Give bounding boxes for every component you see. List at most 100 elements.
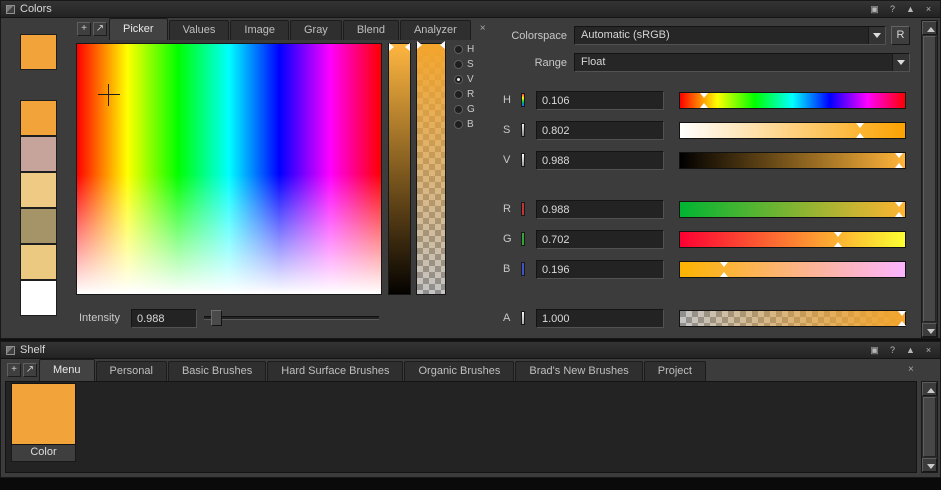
- color-swatch[interactable]: [20, 172, 57, 208]
- shelf-tabrow: + ↗ Menu Personal Basic Brushes Hard Sur…: [7, 359, 707, 381]
- collapse-icon[interactable]: ▲: [904, 2, 917, 17]
- channel-stripe-icon: [521, 202, 525, 216]
- scroll-down-icon[interactable]: [922, 323, 937, 337]
- tab-analyzer[interactable]: Analyzer: [400, 20, 471, 40]
- intensity-input[interactable]: [131, 309, 197, 328]
- intensity-slider-handle[interactable]: [211, 310, 222, 326]
- collapse-icon[interactable]: ▲: [904, 343, 917, 358]
- close-tab-icon[interactable]: ×: [908, 364, 914, 375]
- r-value-input[interactable]: [536, 200, 664, 219]
- range-dropdown[interactable]: Float: [574, 53, 910, 72]
- hue-saturation-picker[interactable]: [76, 43, 382, 295]
- radio-label: B: [467, 119, 474, 130]
- shelf-scrollbar[interactable]: [921, 381, 938, 473]
- g-value-input[interactable]: [536, 230, 664, 249]
- radio-circle-icon[interactable]: [454, 90, 463, 99]
- help-icon[interactable]: ?: [886, 2, 899, 17]
- popout-tab-button[interactable]: ↗: [93, 22, 107, 36]
- chevron-down-icon[interactable]: [892, 54, 909, 71]
- float-icon[interactable]: ▣: [868, 343, 881, 358]
- tab-blend[interactable]: Blend: [343, 20, 399, 40]
- picker-crosshair-icon[interactable]: [98, 84, 120, 106]
- intensity-slider-track[interactable]: [204, 316, 379, 320]
- color-swatch[interactable]: [20, 280, 57, 316]
- tab-hard-surface-brushes[interactable]: Hard Surface Brushes: [267, 361, 403, 381]
- radio-circle-icon[interactable]: [454, 75, 463, 84]
- v-gradient-slider[interactable]: [679, 152, 906, 169]
- color-swatch[interactable]: [20, 34, 57, 70]
- radio-label: H: [467, 44, 474, 55]
- shelf-content-area[interactable]: [5, 381, 917, 473]
- s-gradient-slider[interactable]: [679, 122, 906, 139]
- add-tab-button[interactable]: +: [77, 22, 91, 36]
- radio-r[interactable]: R: [454, 87, 475, 102]
- add-tab-button[interactable]: +: [7, 363, 21, 377]
- colors-scrollbar[interactable]: [921, 20, 938, 338]
- g-gradient-slider[interactable]: [679, 231, 906, 248]
- colorspace-dropdown[interactable]: Automatic (sRGB): [574, 26, 886, 45]
- slider-label-v: V: [503, 154, 510, 166]
- slider-label-r: R: [503, 203, 511, 215]
- close-icon[interactable]: ×: [922, 343, 935, 358]
- tab-image[interactable]: Image: [230, 20, 289, 40]
- chevron-down-icon[interactable]: [868, 27, 885, 44]
- colorspace-reset-button[interactable]: R: [891, 26, 910, 45]
- shelf-titlebar[interactable]: Shelf ▣ ? ▲ ×: [1, 342, 940, 359]
- radio-h[interactable]: H: [454, 42, 475, 57]
- radio-circle-icon[interactable]: [454, 60, 463, 69]
- float-icon[interactable]: ▣: [868, 2, 881, 17]
- scrollbar-thumb[interactable]: [923, 36, 936, 322]
- shelf-item-label[interactable]: Color: [11, 445, 76, 462]
- scroll-up-icon[interactable]: [922, 21, 937, 35]
- popout-tab-button[interactable]: ↗: [23, 363, 37, 377]
- channel-stripe-icon: [521, 123, 525, 137]
- tab-values[interactable]: Values: [169, 20, 230, 40]
- r-gradient-slider[interactable]: [679, 201, 906, 218]
- a-value-input[interactable]: [536, 309, 664, 328]
- radio-circle-icon[interactable]: [454, 105, 463, 114]
- tab-basic-brushes[interactable]: Basic Brushes: [168, 361, 266, 381]
- panel-dock-icon[interactable]: [6, 346, 15, 355]
- radio-g[interactable]: G: [454, 102, 475, 117]
- alpha-gradient-fill: [680, 311, 905, 326]
- alpha-slider-bar[interactable]: [416, 43, 446, 295]
- channel-stripe-icon: [521, 93, 525, 107]
- help-icon[interactable]: ?: [886, 343, 899, 358]
- tab-picker[interactable]: Picker: [109, 18, 168, 40]
- s-value-input[interactable]: [536, 121, 664, 140]
- colors-panel-title: Colors: [20, 3, 52, 15]
- radio-v[interactable]: V: [454, 72, 475, 87]
- channel-stripe-icon: [521, 262, 525, 276]
- color-swatch[interactable]: [20, 208, 57, 244]
- channel-stripe-icon: [521, 311, 525, 325]
- scroll-up-icon[interactable]: [922, 382, 937, 396]
- tab-project[interactable]: Project: [644, 361, 706, 381]
- color-swatch[interactable]: [20, 100, 57, 136]
- panel-dock-icon[interactable]: [6, 5, 15, 14]
- v-value-input[interactable]: [536, 151, 664, 170]
- scrollbar-thumb[interactable]: [923, 397, 936, 457]
- b-gradient-slider[interactable]: [679, 261, 906, 278]
- color-swatch[interactable]: [20, 136, 57, 172]
- radio-label: V: [467, 74, 474, 85]
- shelf-item-color-swatch[interactable]: [11, 383, 76, 445]
- a-gradient-slider[interactable]: [679, 310, 906, 327]
- h-value-input[interactable]: [536, 91, 664, 110]
- range-value: Float: [581, 56, 605, 68]
- radio-b[interactable]: B: [454, 117, 475, 132]
- b-value-input[interactable]: [536, 260, 664, 279]
- colors-titlebar[interactable]: Colors ▣ ? ▲ ×: [1, 1, 940, 18]
- tab-brads-new-brushes[interactable]: Brad's New Brushes: [515, 361, 642, 381]
- tab-personal[interactable]: Personal: [96, 361, 167, 381]
- color-swatch[interactable]: [20, 244, 57, 280]
- slider-label-b: B: [503, 263, 510, 275]
- radio-circle-icon[interactable]: [454, 120, 463, 129]
- radio-circle-icon[interactable]: [454, 45, 463, 54]
- tab-menu[interactable]: Menu: [39, 359, 95, 381]
- tab-gray[interactable]: Gray: [290, 20, 342, 40]
- close-icon[interactable]: ×: [922, 2, 935, 17]
- h-gradient-slider[interactable]: [679, 92, 906, 109]
- value-slider-bar[interactable]: [388, 43, 411, 295]
- tab-organic-brushes[interactable]: Organic Brushes: [404, 361, 514, 381]
- scroll-down-icon[interactable]: [922, 458, 937, 472]
